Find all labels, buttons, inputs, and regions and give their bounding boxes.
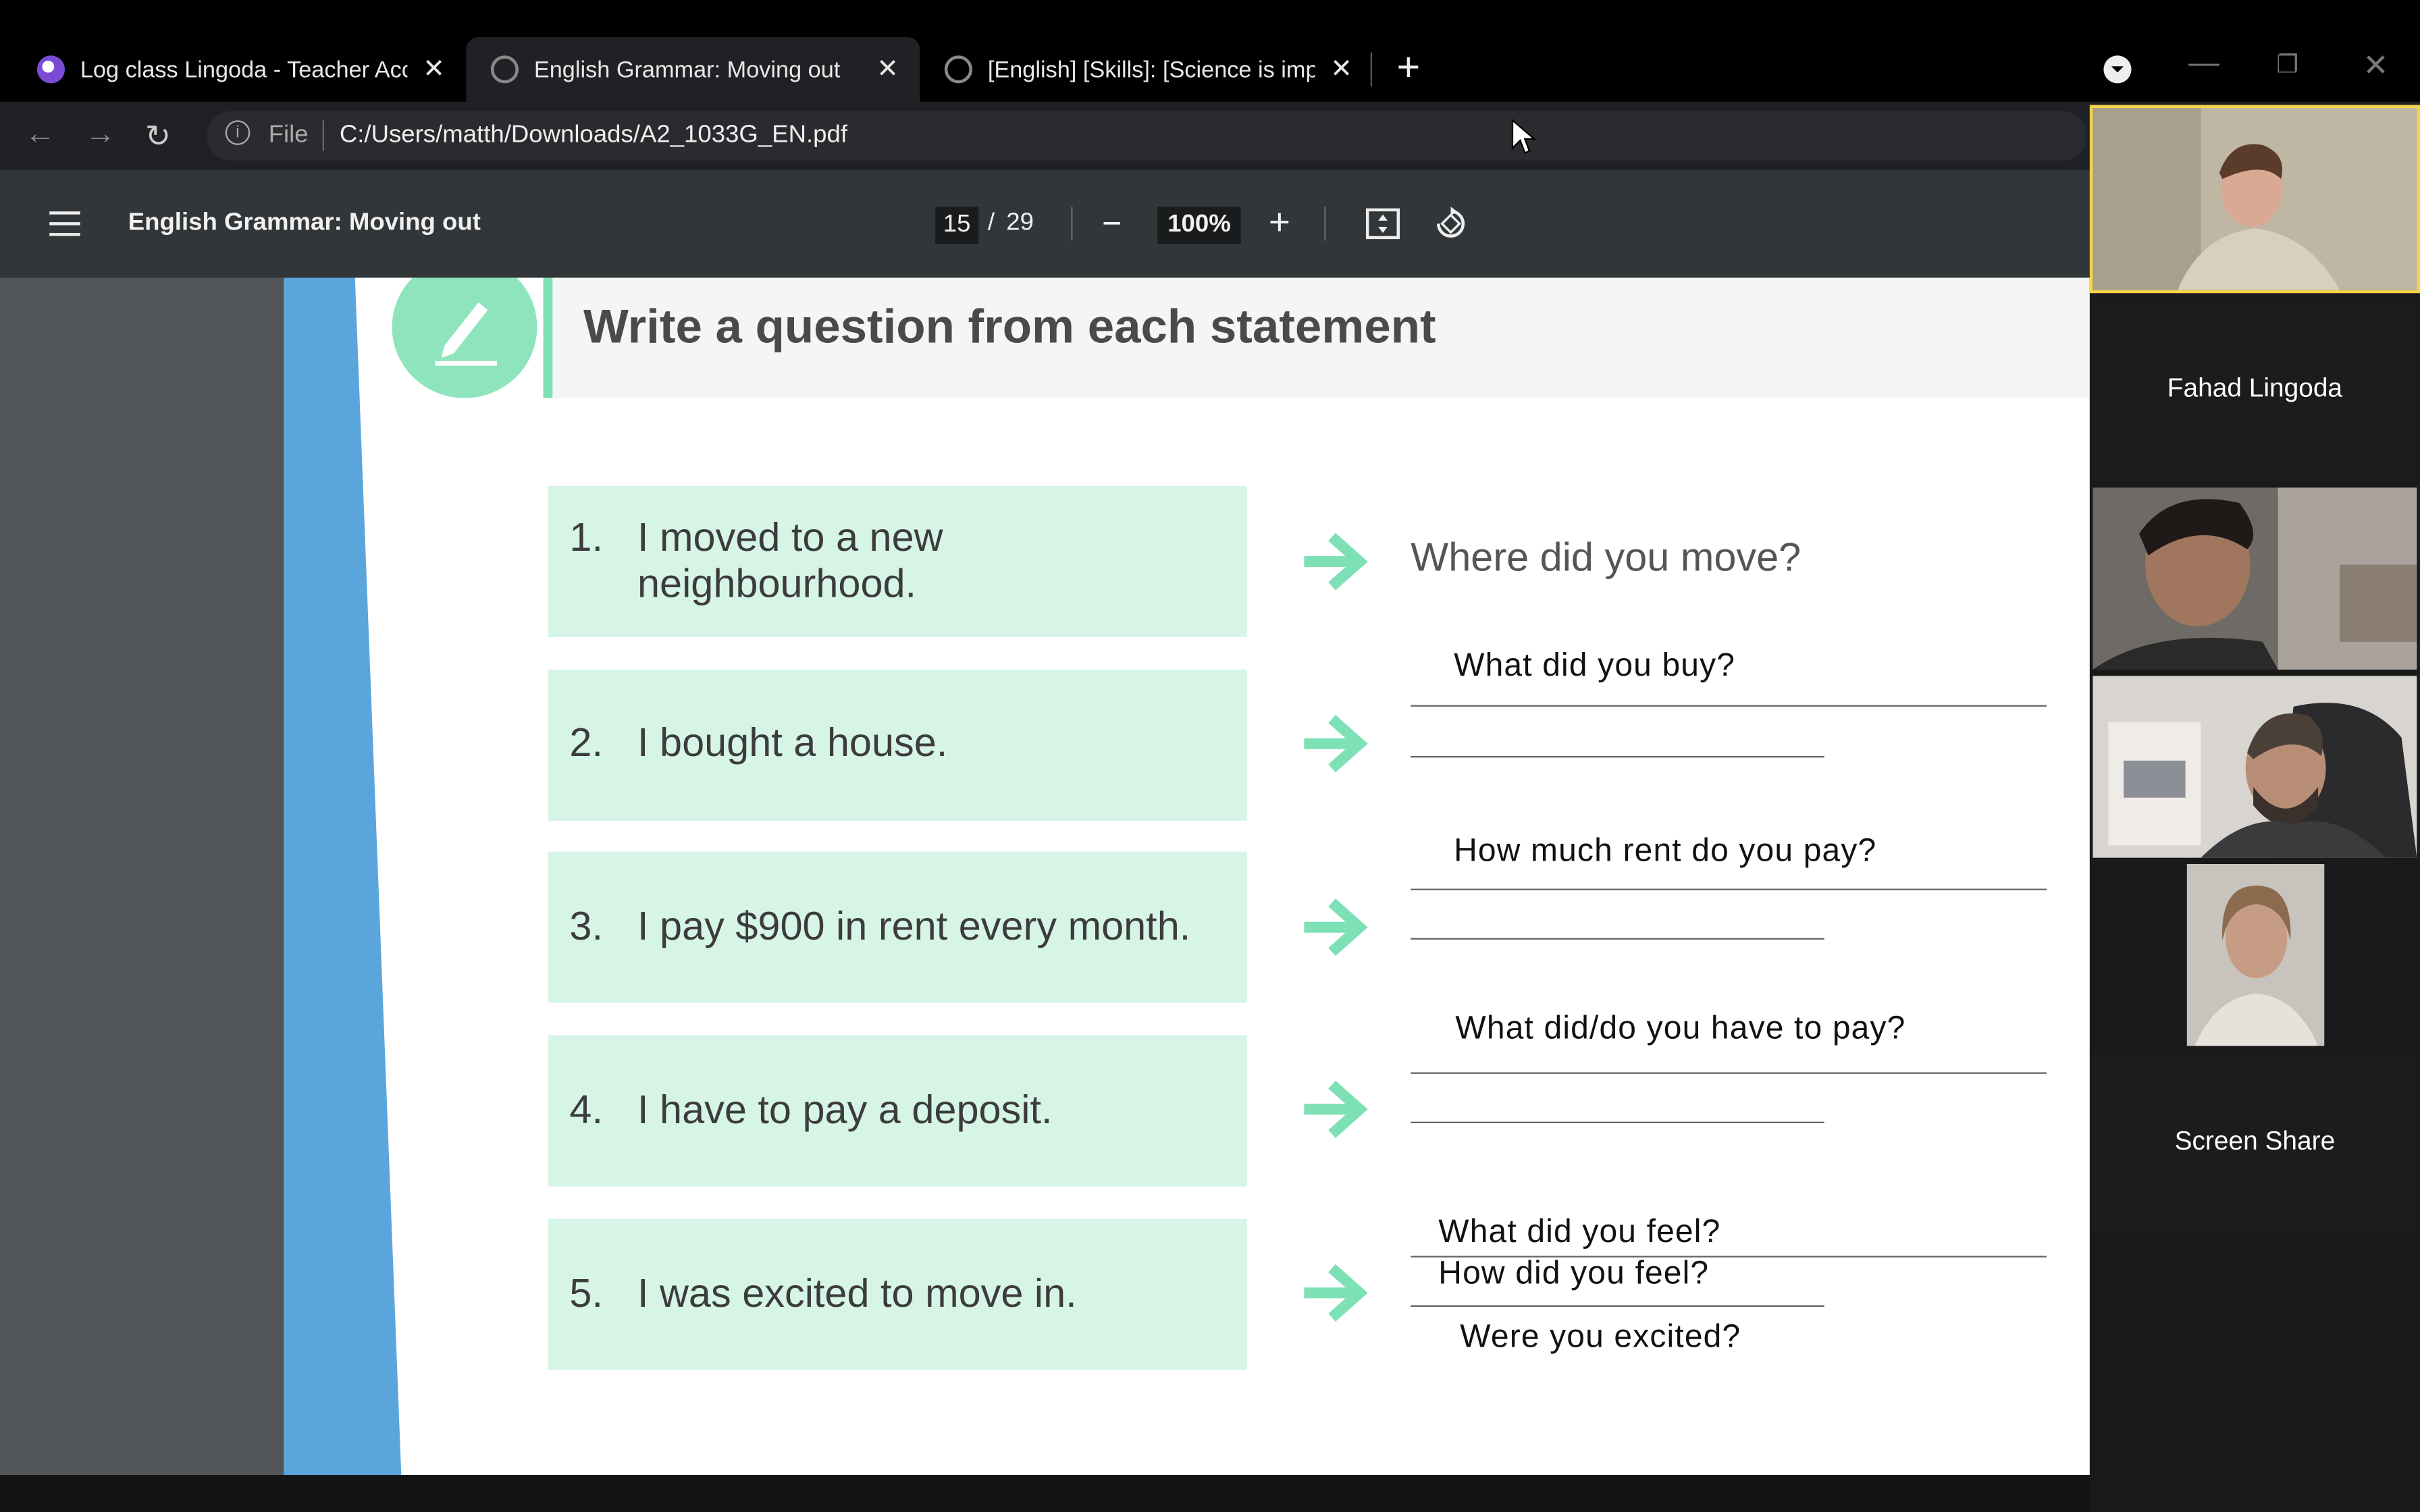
arrow-right-icon	[1304, 898, 1368, 956]
close-tab-icon[interactable]: ✕	[423, 54, 445, 85]
left-stripe	[284, 277, 402, 1476]
pencil-icon	[435, 302, 497, 366]
participant-name: Screen Share	[2174, 1126, 2336, 1156]
answer-line	[1411, 938, 1824, 940]
statement-text: I have to pay a deposit.	[637, 1086, 1053, 1133]
address-toolbar: ← → ↻ i File C:/Users/matth/Downloads/A2…	[0, 101, 2420, 170]
answer-line	[1411, 755, 1824, 758]
tab-search-button[interactable]	[2103, 55, 2132, 84]
handwritten-answer: Were you excited?	[1460, 1319, 1741, 1355]
arrow-right-icon	[1304, 1080, 1368, 1138]
tab-lingoda[interactable]: Log class Lingoda - Teacher Acco ✕	[0, 37, 463, 102]
handwritten-answer: How did you feel?	[1438, 1256, 1710, 1292]
participant-video	[2093, 107, 2417, 290]
statement-box: 5. I was excited to move in.	[548, 1218, 1247, 1370]
minimize-icon[interactable]: —	[2188, 47, 2219, 82]
statement-box: 2. I bought a house.	[548, 669, 1247, 821]
tab-strip: Log class Lingoda - Teacher Acco ✕ Engli…	[0, 0, 2420, 102]
omnibox-divider	[322, 120, 324, 151]
page-number-input[interactable]: 15	[935, 207, 979, 244]
new-tab-button[interactable]: +	[1397, 43, 1421, 91]
toolbar-divider	[1071, 207, 1073, 241]
pencil-badge	[392, 277, 537, 398]
zoom-input[interactable]: 100%	[1157, 207, 1241, 244]
participant-video	[2093, 487, 2417, 670]
rotate-icon[interactable]	[1433, 207, 1467, 240]
restore-icon[interactable]: ❐	[2276, 49, 2298, 80]
info-icon[interactable]: i	[225, 120, 251, 145]
pdf-toolbar: English Grammar: Moving out 15 / 29 − 10…	[0, 169, 2420, 278]
document-title: English Grammar: Moving out	[128, 209, 481, 236]
handwritten-answer: How much rent do you pay?	[1454, 833, 1877, 869]
statement-box: 4. I have to pay a deposit.	[548, 1035, 1247, 1187]
close-tab-icon[interactable]: ✕	[876, 54, 899, 85]
arrow-right-icon	[1304, 533, 1368, 591]
forward-arrow-icon[interactable]: →	[85, 117, 116, 153]
tab-english-grammar[interactable]: English Grammar: Moving out ✕	[466, 36, 920, 102]
statement-box: 1. I moved to a new neighbourhood.	[548, 485, 1247, 637]
total-pages: 29	[1006, 209, 1034, 236]
video-participants-panel: Fahad Lingoda Screen Share	[2089, 105, 2420, 1512]
back-arrow-icon[interactable]: ←	[25, 117, 56, 153]
arrow-right-icon	[1304, 1264, 1368, 1322]
statement-box: 3. I pay $900 in rent every month.	[548, 851, 1247, 1003]
fit-page-icon[interactable]	[1365, 208, 1400, 240]
participant-video-tile[interactable]	[2089, 105, 2420, 294]
heading-accent-bar	[543, 277, 553, 398]
screen-share-tile[interactable]: Screen Share	[2093, 1052, 2417, 1231]
toolbar-divider	[1324, 207, 1326, 241]
tab-divider	[1370, 52, 1372, 86]
handwritten-answer: What did you feel?	[1438, 1214, 1721, 1250]
tab-title: [English] [Skills]: [Science is impro	[987, 56, 1315, 83]
participant-video-tile[interactable]	[2093, 863, 2417, 1046]
omnibox[interactable]: i File C:/Users/matth/Downloads/A2_1033G…	[207, 111, 2087, 161]
item-number: 4.	[569, 1086, 603, 1133]
menu-icon[interactable]	[49, 211, 80, 236]
statement-text: I moved to a new neighbourhood.	[637, 514, 943, 607]
statement-text: I bought a house.	[637, 719, 948, 765]
handwritten-answer: What did you buy?	[1454, 647, 1736, 684]
statement-text: I was excited to move in.	[637, 1270, 1077, 1316]
item-number: 3.	[569, 902, 603, 949]
pdf-viewer[interactable]: Write a question from each statement 1. …	[0, 277, 2420, 1476]
participant-video-tile[interactable]	[2093, 676, 2417, 858]
answer-line	[1411, 1072, 2047, 1074]
globe-icon	[944, 55, 972, 84]
tab-title: Log class Lingoda - Teacher Acco	[80, 56, 408, 83]
zoom-in-icon[interactable]: +	[1269, 202, 1290, 245]
tab-title: English Grammar: Moving out	[533, 56, 841, 83]
lingoda-favicon-icon	[36, 55, 65, 84]
participant-tile-no-video[interactable]: Fahad Lingoda	[2093, 299, 2417, 482]
globe-icon	[490, 55, 519, 84]
scheme-label: File	[268, 122, 309, 148]
bottom-strip	[0, 1475, 2420, 1512]
item-number: 1.	[569, 514, 603, 560]
handwritten-answer: What did/do you have to pay?	[1455, 1010, 1906, 1046]
statement-text: I pay $900 in rent every month.	[637, 902, 1191, 949]
answer-line	[1411, 1305, 1824, 1307]
url-text: C:/Users/matth/Downloads/A2_1033G_EN.pdf	[339, 122, 847, 148]
answer-line	[1411, 1121, 1824, 1123]
pdf-page: Write a question from each statement 1. …	[284, 277, 2101, 1476]
item-number: 5.	[569, 1270, 603, 1316]
arrow-right-icon	[1304, 715, 1368, 773]
answer-line	[1411, 705, 2047, 707]
participant-video	[2093, 676, 2417, 858]
answer-line	[1411, 888, 2047, 890]
participant-video-tile[interactable]	[2093, 487, 2417, 670]
participant-name: Fahad Lingoda	[2167, 373, 2343, 403]
mouse-cursor-icon	[1511, 118, 1537, 154]
example-answer: Where did you move?	[1411, 533, 1801, 580]
close-tab-icon[interactable]: ✕	[1330, 54, 1352, 85]
tab-english-skills[interactable]: [English] [Skills]: [Science is impro ✕	[920, 37, 1373, 102]
reload-icon[interactable]: ↻	[145, 117, 171, 156]
participant-video	[2186, 863, 2325, 1046]
page-separator: /	[987, 209, 995, 236]
zoom-out-icon[interactable]: −	[1102, 204, 1122, 244]
item-number: 2.	[569, 719, 603, 765]
chevron-down-icon	[2111, 66, 2124, 73]
worksheet-heading: Write a question from each statement	[583, 299, 1436, 354]
close-window-icon[interactable]: ✕	[2363, 47, 2388, 85]
